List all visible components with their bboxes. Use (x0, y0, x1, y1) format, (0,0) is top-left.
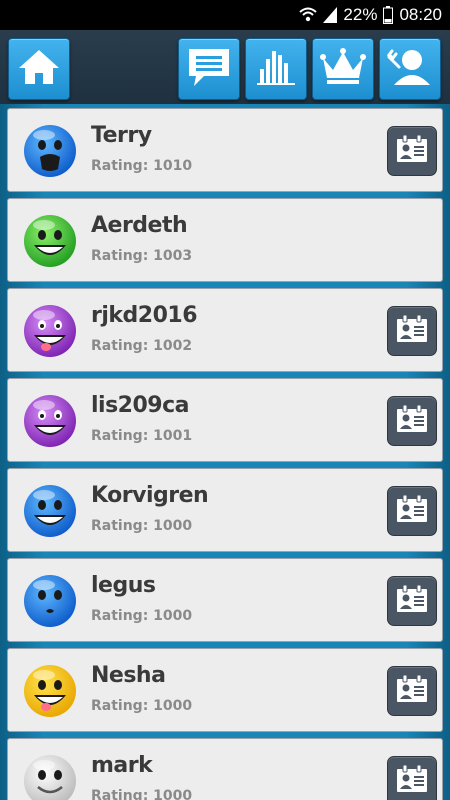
player-row[interactable]: mark Rating: 1000 (7, 738, 443, 800)
player-list: Terry Rating: 1010 Aerdeth Rating: 1003 rjkd… (0, 104, 450, 800)
player-name: Nesha (91, 663, 166, 688)
smiling-white-face-icon (22, 753, 78, 800)
signal-icon (323, 7, 338, 23)
player-rating: Rating: 1000 (91, 788, 193, 800)
grinning-yellow-face-icon (22, 663, 78, 719)
stats-icon (255, 47, 297, 91)
battery-icon (383, 6, 394, 24)
crown-icon (319, 48, 367, 90)
contact-card-icon (395, 584, 429, 618)
profile-card-button[interactable] (387, 396, 437, 446)
stats-button[interactable] (245, 38, 307, 100)
player-rating: Rating: 1010 (91, 158, 193, 174)
laughing-blue-face-icon (22, 483, 78, 539)
user-icon (386, 47, 434, 91)
profile-card-button[interactable] (387, 756, 437, 800)
crazy-purple-face-icon (22, 393, 78, 449)
clock: 08:20 (399, 5, 442, 24)
chat-icon (186, 46, 232, 92)
status-bar: 22% 08:20 (0, 0, 450, 30)
player-rating: Rating: 1001 (91, 428, 193, 444)
player-rating: Rating: 1000 (91, 518, 193, 534)
player-name: Aerdeth (91, 213, 188, 238)
player-rating: Rating: 1000 (91, 608, 193, 624)
player-name: legus (91, 573, 156, 598)
player-name: Terry (91, 123, 152, 148)
home-button[interactable] (8, 38, 70, 100)
chat-button[interactable] (178, 38, 240, 100)
player-name: Korvigren (91, 483, 209, 508)
profile-card-button[interactable] (387, 576, 437, 626)
player-name: rjkd2016 (91, 303, 198, 328)
profile-card-button[interactable] (387, 666, 437, 716)
player-row[interactable]: Korvigren Rating: 1000 (7, 468, 443, 552)
player-rating: Rating: 1000 (91, 698, 193, 714)
contact-card-icon (395, 494, 429, 528)
player-row[interactable]: legus Rating: 1000 (7, 558, 443, 642)
player-name: mark (91, 753, 153, 778)
player-rating: Rating: 1003 (91, 248, 193, 264)
player-row[interactable]: Aerdeth Rating: 1003 (7, 198, 443, 282)
player-name: lis209ca (91, 393, 190, 418)
profile-card-button[interactable] (387, 306, 437, 356)
grinning-green-face-icon (22, 213, 78, 269)
contact-card-icon (395, 674, 429, 708)
scared-blue-face-icon (22, 123, 78, 179)
profile-card-button[interactable] (387, 486, 437, 536)
top-toolbar (0, 30, 450, 104)
contact-card-icon (395, 404, 429, 438)
battery-percent: 22% (343, 5, 378, 24)
kissing-blue-face-icon (22, 573, 78, 629)
user-settings-button[interactable] (379, 38, 441, 100)
contact-card-icon (395, 134, 429, 168)
leaderboard-button[interactable] (312, 38, 374, 100)
silly-purple-face-icon (22, 303, 78, 359)
player-row[interactable]: Terry Rating: 1010 (7, 108, 443, 192)
profile-card-button[interactable] (387, 126, 437, 176)
player-rating: Rating: 1002 (91, 338, 193, 354)
contact-card-icon (395, 314, 429, 348)
player-row[interactable]: rjkd2016 Rating: 1002 (7, 288, 443, 372)
wifi-icon (299, 7, 318, 23)
home-icon (17, 48, 61, 90)
player-row[interactable]: lis209ca Rating: 1001 (7, 378, 443, 462)
contact-card-icon (395, 764, 429, 798)
player-row[interactable]: Nesha Rating: 1000 (7, 648, 443, 732)
